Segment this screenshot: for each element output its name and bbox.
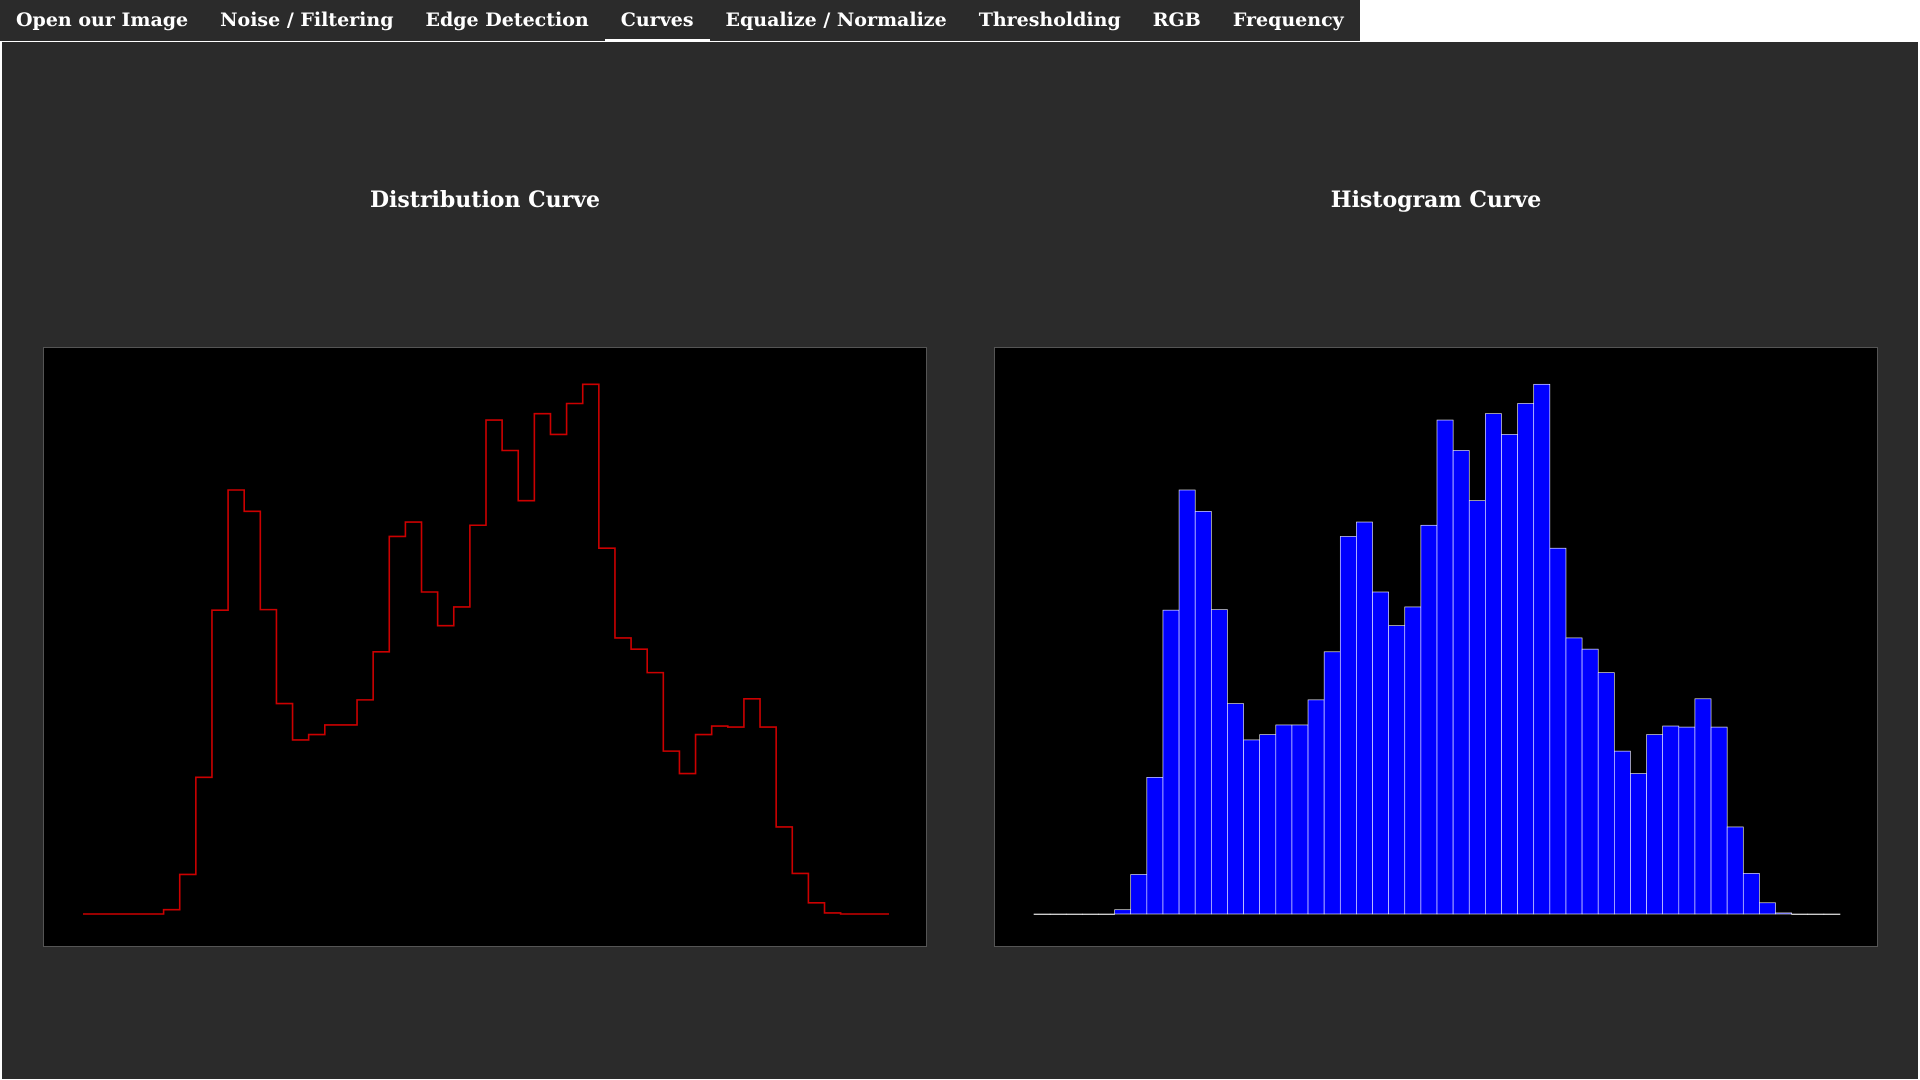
histogram-curve-plot bbox=[994, 347, 1878, 947]
histogram-bar bbox=[1227, 703, 1244, 915]
histogram-bar bbox=[1033, 913, 1051, 915]
histogram-bar bbox=[1307, 699, 1325, 915]
histogram-bar bbox=[1388, 625, 1406, 915]
histogram-bar bbox=[1581, 648, 1599, 915]
histogram-bar bbox=[1662, 725, 1680, 915]
histogram-curve-svg bbox=[1033, 383, 1841, 915]
histogram-bar bbox=[1162, 609, 1180, 915]
tab-edge-detection[interactable]: Edge Detection bbox=[410, 0, 605, 41]
histogram-bar bbox=[1646, 734, 1663, 915]
histogram-bar bbox=[1211, 609, 1228, 915]
histogram-bar bbox=[1549, 547, 1567, 915]
histogram-bar bbox=[1082, 913, 1099, 915]
histogram-bar bbox=[1565, 637, 1583, 915]
tab-frequency[interactable]: Frequency bbox=[1217, 0, 1360, 41]
distribution-curve-title: Distribution Curve bbox=[369, 187, 601, 213]
histogram-bar bbox=[1323, 651, 1341, 915]
histogram-bar bbox=[1452, 450, 1470, 915]
tab-thresholding[interactable]: Thresholding bbox=[963, 0, 1137, 41]
histogram-bar bbox=[1823, 913, 1841, 915]
histogram-bar bbox=[1807, 913, 1825, 915]
histogram-curve-title: Histogram Curve bbox=[1330, 187, 1542, 213]
distribution-curve-svg bbox=[83, 383, 889, 915]
histogram-bar bbox=[1597, 672, 1615, 915]
histogram-bar bbox=[1049, 913, 1067, 915]
tab-open-our-image[interactable]: Open our Image bbox=[0, 0, 204, 41]
histogram-bar bbox=[1194, 511, 1212, 915]
tab-equalize-normalize[interactable]: Equalize / Normalize bbox=[710, 0, 963, 41]
histogram-bar bbox=[1339, 536, 1357, 915]
histogram-bar bbox=[1098, 913, 1115, 915]
histogram-bar bbox=[1533, 383, 1551, 915]
histogram-bar bbox=[1710, 726, 1728, 915]
histogram-bar bbox=[1114, 909, 1132, 915]
histogram-bar bbox=[1775, 912, 1792, 915]
histogram-bar bbox=[1130, 874, 1148, 915]
histogram-bar bbox=[1243, 739, 1260, 915]
histogram-bar bbox=[1356, 521, 1373, 915]
distribution-curve-plot bbox=[43, 347, 927, 947]
histogram-bar bbox=[1630, 773, 1647, 915]
tab-noise-filtering[interactable]: Noise / Filtering bbox=[204, 0, 409, 41]
histogram-bar bbox=[1404, 606, 1422, 915]
histogram-bar bbox=[1436, 419, 1454, 915]
tab-curves[interactable]: Curves bbox=[604, 0, 710, 41]
distribution-series-line bbox=[83, 383, 889, 915]
histogram-bar bbox=[1372, 591, 1389, 915]
histogram-bar bbox=[1759, 902, 1776, 915]
histogram-bar bbox=[1694, 698, 1712, 915]
histogram-bar bbox=[1742, 873, 1760, 915]
histogram-bar bbox=[1678, 726, 1696, 915]
histogram-bar bbox=[1485, 413, 1502, 915]
histogram-bar bbox=[1614, 750, 1631, 915]
histogram-bar bbox=[1791, 913, 1809, 915]
histogram-bar bbox=[1517, 403, 1535, 915]
histogram-bar bbox=[1468, 500, 1486, 915]
histogram-bar bbox=[1291, 724, 1309, 915]
histogram-bar bbox=[1065, 913, 1083, 915]
histogram-bar bbox=[1726, 826, 1744, 915]
tab-rgb[interactable]: RGB bbox=[1137, 0, 1217, 41]
tab-bar: Open our Image Noise / Filtering Edge Dete… bbox=[0, 0, 1360, 41]
histogram-bar bbox=[1178, 489, 1196, 915]
histogram-bar bbox=[1275, 724, 1293, 915]
histogram-bar bbox=[1501, 434, 1518, 915]
histogram-bar bbox=[1420, 524, 1438, 915]
histogram-bar bbox=[1146, 776, 1164, 915]
curves-panel: Distribution Curve Histogram Curve bbox=[0, 41, 1920, 1079]
histogram-bar bbox=[1259, 734, 1277, 915]
